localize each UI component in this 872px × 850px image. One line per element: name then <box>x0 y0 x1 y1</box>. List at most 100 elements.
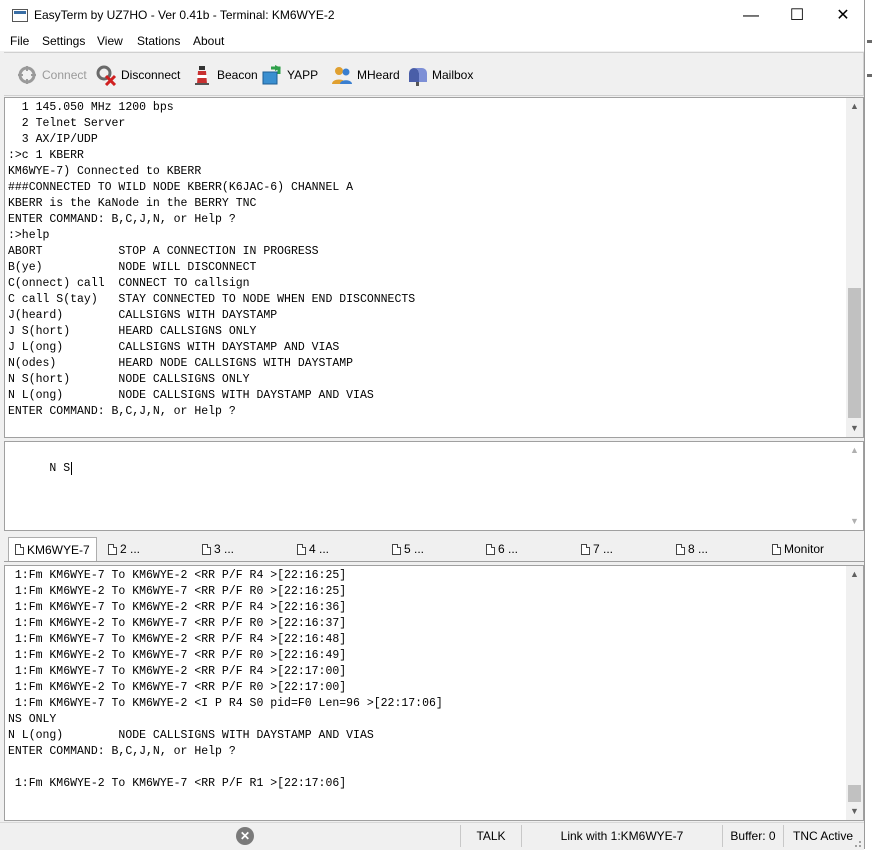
text-line: 1:Fm KM6WYE-7 To KM6WYE-2 <RR P/F R4 >[2… <box>8 633 347 646</box>
text-line: 1:Fm KM6WYE-2 To KM6WYE-7 <RR P/F R0 >[2… <box>8 585 347 598</box>
close-button[interactable]: ✕ <box>820 0 866 31</box>
status-mode: TALK <box>460 825 521 847</box>
monitor-lines: 1:Fm KM6WYE-7 To KM6WYE-2 <RR P/F R4 >[2… <box>8 568 443 792</box>
menu-view[interactable]: View <box>97 34 123 48</box>
app-icon[interactable] <box>12 9 28 22</box>
menu-bar: File Settings View Stations About <box>0 31 864 51</box>
command-input-pane[interactable]: N S​ ▲ ▼ <box>4 441 864 531</box>
document-icon <box>15 544 24 555</box>
tab-5[interactable]: 5 ... <box>392 538 424 560</box>
lighthouse-icon <box>191 64 213 86</box>
document-icon <box>486 543 495 555</box>
text-line: 1:Fm KM6WYE-7 To KM6WYE-2 <RR P/F R4 >[2… <box>8 601 347 614</box>
text-line: NS ONLY <box>8 713 57 726</box>
menu-file[interactable]: File <box>10 34 29 48</box>
monitor-scrollbar[interactable]: ▲ ▼ <box>846 566 863 820</box>
beacon-button[interactable]: Beacon <box>191 63 258 87</box>
menu-stations[interactable]: Stations <box>137 34 180 48</box>
menu-settings[interactable]: Settings <box>42 34 85 48</box>
text-line: KBERR is the KaNode in the BERRY TNC <box>8 197 257 210</box>
text-line: 3 AX/IP/UDP <box>8 133 98 146</box>
tab-label: KM6WYE-7 <box>27 542 90 557</box>
tab-3[interactable]: 3 ... <box>202 538 234 560</box>
text-line: 2 Telnet Server <box>8 117 126 130</box>
text-line: J L(ong) CALLSIGNS WITH DAYSTAMP AND VIA… <box>8 341 340 354</box>
text-line: 1:Fm KM6WYE-2 To KM6WYE-7 <RR P/F R1 >[2… <box>8 777 347 790</box>
yapp-button[interactable]: YAPP <box>261 63 318 87</box>
text-line: N(odes) HEARD NODE CALLSIGNS WITH DAYSTA… <box>8 357 354 370</box>
disconnect-label: Disconnect <box>121 68 181 82</box>
text-line: N S(hort) NODE CALLSIGNS ONLY <box>8 373 250 386</box>
text-cursor: ​ <box>71 462 73 475</box>
tab-km6wye-7[interactable]: KM6WYE-7 <box>8 537 97 561</box>
tab-label: 2 ... <box>120 542 141 556</box>
background-window-mark <box>867 74 872 77</box>
terminal-scrollbar[interactable]: ▲ ▼ <box>846 98 863 437</box>
text-line: C(onnect) call CONNECT TO callsign <box>8 277 250 290</box>
window-title: EasyTerm by UZ7HO - Ver 0.41b - Terminal… <box>34 8 335 22</box>
input-scrollbar[interactable]: ▲ ▼ <box>846 442 863 530</box>
mheard-button[interactable]: MHeard <box>331 63 400 87</box>
scroll-down-icon[interactable]: ▼ <box>846 803 863 820</box>
text-line: 1:Fm KM6WYE-2 To KM6WYE-7 <RR P/F R0 >[2… <box>8 649 347 662</box>
connect-button[interactable]: Connect <box>16 63 87 87</box>
tab-8[interactable]: 8 ... <box>676 538 708 560</box>
monitor-output[interactable]: 1:Fm KM6WYE-7 To KM6WYE-2 <RR P/F R4 >[2… <box>4 565 864 821</box>
cancel-icon[interactable]: ✕ <box>236 827 254 845</box>
tab-4[interactable]: 4 ... <box>297 538 329 560</box>
tab-bar: KM6WYE-7 2 ... 3 ... 4 ... 5 ... 6 ... 7… <box>4 534 864 562</box>
minimize-button[interactable]: — <box>728 0 774 31</box>
resize-grip-icon[interactable] <box>852 838 862 848</box>
text-line: ###CONNECTED TO WILD NODE KBERR(K6JAC-6)… <box>8 181 354 194</box>
people-icon <box>331 64 353 86</box>
scroll-up-icon[interactable]: ▲ <box>846 566 863 583</box>
title-bar[interactable]: EasyTerm by UZ7HO - Ver 0.41b - Terminal… <box>0 0 864 31</box>
background-window-edge <box>865 0 872 849</box>
terminal-output[interactable]: 1 145.050 MHz 1200 bps 2 Telnet Server 3… <box>4 97 864 438</box>
text-line: ENTER COMMAND: B,C,J,N, or Help ? <box>8 405 236 418</box>
text-line: ABORT STOP A CONNECTION IN PROGRESS <box>8 245 319 258</box>
tab-label: 4 ... <box>309 542 330 556</box>
status-tnc: TNC Active <box>783 825 862 847</box>
maximize-button[interactable]: ☐ <box>774 0 820 31</box>
tab-label: 7 ... <box>593 542 614 556</box>
document-icon <box>297 543 306 555</box>
scroll-thumb[interactable] <box>848 288 861 418</box>
text-line: 1:Fm KM6WYE-7 To KM6WYE-2 <RR P/F R4 >[2… <box>8 665 347 678</box>
text-line: :>c 1 KBERR <box>8 149 84 162</box>
tab-label: 3 ... <box>214 542 235 556</box>
document-icon <box>392 543 401 555</box>
tab-2[interactable]: 2 ... <box>108 538 140 560</box>
scroll-up-icon[interactable]: ▲ <box>846 98 863 115</box>
scroll-thumb[interactable] <box>848 785 861 802</box>
tab-7[interactable]: 7 ... <box>581 538 613 560</box>
text-line: N L(ong) NODE CALLSIGNS WITH DAYSTAMP AN… <box>8 729 374 742</box>
mailbox-button[interactable]: Mailbox <box>406 63 473 87</box>
text-line: 1 145.050 MHz 1200 bps <box>8 101 174 114</box>
status-buffer: Buffer: 0 <box>722 825 783 847</box>
text-line: 1:Fm KM6WYE-2 To KM6WYE-7 <RR P/F R0 >[2… <box>8 617 347 630</box>
toolbar: Connect Disconnect Beacon YAPP MHeard Ma… <box>4 52 864 96</box>
text-line: 1:Fm KM6WYE-7 To KM6WYE-2 <I P R4 S0 pid… <box>8 697 443 710</box>
status-bar: ✕ TALK Link with 1:KM6WYE-7 Buffer: 0 TN… <box>0 822 864 850</box>
text-line: C call S(tay) STAY CONNECTED TO NODE WHE… <box>8 293 416 306</box>
text-line: J S(hort) HEARD CALLSIGNS ONLY <box>8 325 257 338</box>
scroll-down-icon[interactable]: ▼ <box>846 513 863 530</box>
scroll-down-icon[interactable]: ▼ <box>846 420 863 437</box>
mailbox-label: Mailbox <box>432 68 474 82</box>
document-icon <box>108 543 117 555</box>
text-line: 1:Fm KM6WYE-2 To KM6WYE-7 <RR P/F R0 >[2… <box>8 681 347 694</box>
connect-label: Connect <box>42 68 87 82</box>
text-line: ENTER COMMAND: B,C,J,N, or Help ? <box>8 745 236 758</box>
document-icon <box>676 543 685 555</box>
tab-monitor[interactable]: Monitor <box>772 538 824 560</box>
menu-about[interactable]: About <box>193 34 224 48</box>
disconnect-button[interactable]: Disconnect <box>95 63 180 87</box>
tab-6[interactable]: 6 ... <box>486 538 518 560</box>
scroll-up-icon[interactable]: ▲ <box>846 442 863 459</box>
text-line <box>8 760 443 776</box>
terminal-lines: 1 145.050 MHz 1200 bps 2 Telnet Server 3… <box>8 100 415 420</box>
status-link: Link with 1:KM6WYE-7 <box>521 825 722 847</box>
command-input[interactable]: N S <box>49 462 70 475</box>
document-icon <box>581 543 590 555</box>
